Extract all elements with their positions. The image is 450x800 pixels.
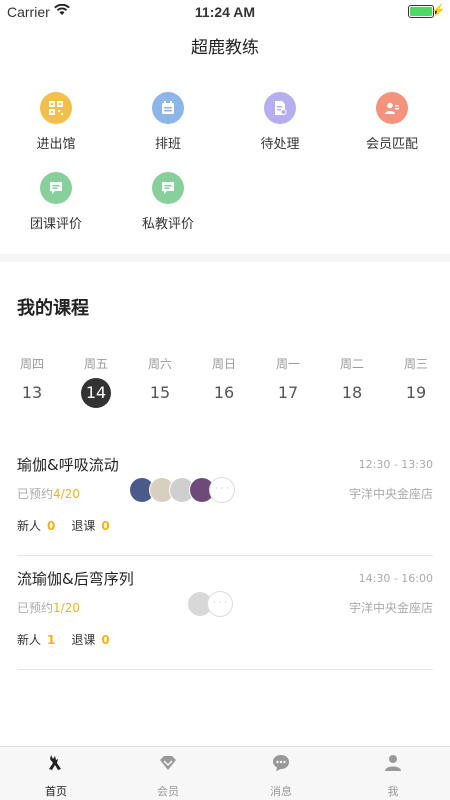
member-card-icon [376, 92, 408, 124]
chat-icon [273, 755, 289, 771]
comment-icon [152, 172, 184, 204]
status-time: 11:24 AM [194, 4, 256, 20]
menu-label: 进出馆 [36, 137, 76, 152]
course-card[interactable]: 瑜伽&呼吸流动 12:30 - 13:30 已预约4/20 · · · 宇洋中央… [17, 442, 433, 556]
day-fri[interactable]: 周五 14 [71, 355, 121, 408]
booked-label: 已预约 [17, 601, 54, 615]
day-wed[interactable]: 周三 19 [391, 355, 441, 408]
day-mon[interactable]: 周一 17 [263, 355, 313, 408]
course-name: 流瑜伽&后弯序列 [17, 570, 134, 588]
booked-label: 已预约 [17, 487, 54, 501]
new-label: 新人 [17, 633, 42, 647]
tab-home[interactable]: 首页 [0, 753, 112, 799]
date-number: 14 [81, 378, 111, 408]
menu-label: 会员匹配 [365, 137, 418, 152]
menu-label: 私教评价 [141, 217, 194, 232]
pending-doc-icon [264, 92, 296, 124]
tab-label: 首页 [45, 785, 67, 798]
deer-icon [49, 755, 61, 770]
course-card[interactable]: 流瑜伽&后弯序列 14:30 - 16:00 已预约1/20 · · · 宇洋中… [17, 556, 433, 670]
menu-label: 排班 [154, 137, 181, 152]
date-number: 13 [21, 383, 43, 402]
weekday-label: 周四 [19, 357, 44, 371]
charging-icon: ⚡ [431, 3, 446, 17]
date-number: 16 [213, 383, 235, 402]
tab-bar: 首页 会员 消息 我 [0, 746, 450, 800]
booked-info: 已预约4/20 [17, 485, 80, 502]
weekday-label: 周日 [211, 357, 236, 371]
tab-label: 我 [387, 785, 399, 798]
diamond-icon [160, 756, 176, 770]
calendar-icon [152, 92, 184, 124]
weekday-label: 周五 [83, 357, 108, 371]
new-label: 新人 [17, 519, 42, 533]
weekday-label: 周三 [403, 357, 428, 371]
more-avatars-icon: · · · [207, 591, 233, 617]
weekday-label: 周一 [275, 357, 300, 371]
more-avatars-icon: · · · [209, 477, 235, 503]
weekday-label: 周六 [147, 357, 172, 371]
tab-messages[interactable]: 消息 [225, 753, 337, 799]
qr-code-icon [40, 92, 72, 124]
person-icon [385, 755, 401, 771]
course-time: 14:30 - 16:00 [358, 572, 433, 585]
day-tue[interactable]: 周二 18 [327, 355, 377, 408]
cancel-count: 0 [101, 519, 110, 533]
tab-label: 消息 [270, 785, 292, 798]
booked-info: 已预约1/20 [17, 599, 80, 616]
courses-panel: 我的课程 周四 13 周五 14 周六 15 周日 16 周一 17 周二 18… [0, 262, 450, 746]
store-name: 宇洋中央金座店 [348, 601, 433, 615]
menu-item-private-review[interactable]: 私教评价 [113, 172, 223, 232]
menu-label: 待处理 [260, 137, 300, 152]
menu-item-member-match[interactable]: 会员匹配 [337, 92, 447, 152]
new-count: 1 [47, 633, 56, 647]
menu-item-schedule[interactable]: 排班 [113, 92, 223, 152]
booked-count: 4/20 [53, 487, 80, 501]
menu-label: 团课评价 [29, 217, 82, 232]
new-count: 0 [47, 519, 56, 533]
course-stats: 新人 0 退课 0 [17, 517, 126, 534]
day-sun[interactable]: 周日 16 [199, 355, 249, 408]
course-time: 12:30 - 13:30 [358, 458, 433, 471]
day-thu[interactable]: 周四 13 [7, 355, 57, 408]
tab-label: 会员 [157, 785, 179, 798]
header-panel: 超鹿教练 进出馆 排班 待处理 会员匹配 团课评价 私教评价 [0, 24, 450, 254]
cancel-label: 退课 [71, 633, 96, 647]
store-name: 宇洋中央金座店 [348, 487, 433, 501]
page-title: 超鹿教练 [191, 38, 259, 58]
date-number: 19 [405, 383, 427, 402]
tab-me[interactable]: 我 [337, 753, 449, 799]
day-sat[interactable]: 周六 15 [135, 355, 185, 408]
attendee-avatars[interactable]: · · · [187, 591, 239, 617]
date-number: 15 [149, 383, 171, 402]
menu-item-group-review[interactable]: 团课评价 [1, 172, 111, 232]
date-number: 17 [277, 383, 299, 402]
weekday-label: 周二 [339, 357, 364, 371]
cancel-label: 退课 [71, 519, 96, 533]
course-name: 瑜伽&呼吸流动 [17, 456, 119, 474]
tab-members[interactable]: 会员 [112, 753, 224, 799]
section-title: 我的课程 [17, 298, 89, 319]
course-stats: 新人 1 退课 0 [17, 631, 126, 648]
date-number: 18 [341, 383, 363, 402]
booked-count: 1/20 [53, 601, 80, 615]
comment-icon [40, 172, 72, 204]
cancel-count: 0 [101, 633, 110, 647]
attendee-avatars[interactable]: · · · [129, 477, 241, 503]
status-bar: Carrier 11:24 AM ⚡ [0, 0, 450, 24]
menu-item-pending[interactable]: 待处理 [225, 92, 335, 152]
menu-item-checkin[interactable]: 进出馆 [1, 92, 111, 152]
